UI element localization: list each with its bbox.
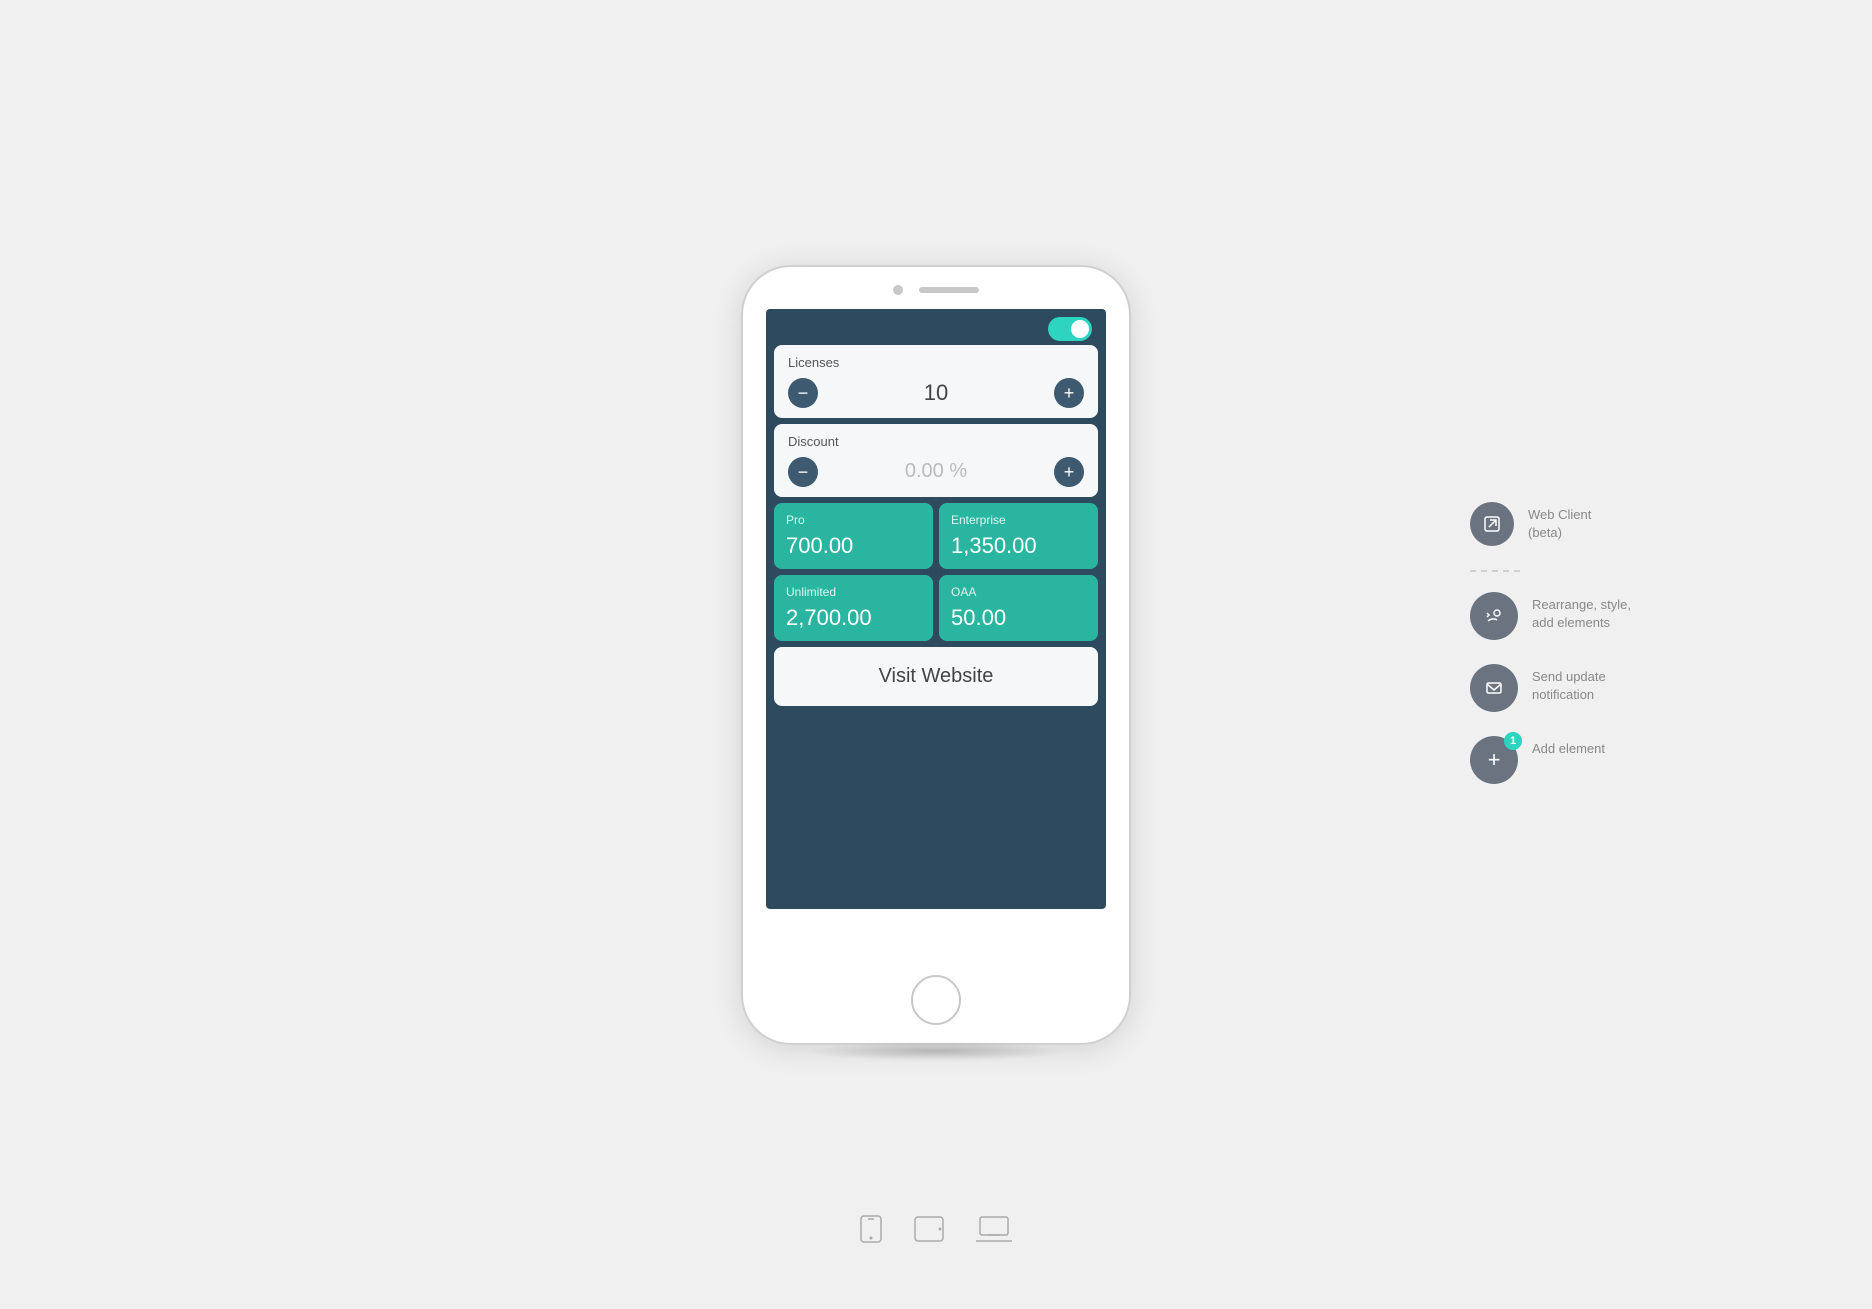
- rearrange-icon: [1470, 592, 1518, 640]
- discount-decrement-button[interactable]: −: [788, 457, 818, 487]
- pricing-value: 50.00: [951, 605, 1086, 631]
- pricing-label: OAA: [951, 585, 1086, 599]
- tablet-icon[interactable]: [914, 1216, 944, 1248]
- add-element-icon: + 1: [1470, 736, 1518, 784]
- action-rearrange[interactable]: Rearrange, style, add elements: [1470, 592, 1632, 640]
- pricing-label: Unlimited: [786, 585, 921, 599]
- add-element-label: Add element: [1532, 736, 1605, 758]
- rearrange-label: Rearrange, style, add elements: [1532, 592, 1632, 632]
- pricing-label: Pro: [786, 513, 921, 527]
- discount-increment-button[interactable]: +: [1054, 457, 1084, 487]
- scene: Licenses − 10 + Discount − 0.00 % +: [0, 0, 1872, 1309]
- action-web-client[interactable]: Web Client (beta): [1470, 502, 1632, 546]
- laptop-icon[interactable]: [976, 1216, 1012, 1248]
- web-client-icon: [1470, 502, 1514, 546]
- discount-value: 0.00 %: [905, 460, 967, 483]
- licenses-decrement-button[interactable]: −: [788, 378, 818, 408]
- phone-screen: Licenses − 10 + Discount − 0.00 % +: [766, 309, 1106, 909]
- phone-shadow: [806, 1041, 1066, 1061]
- pricing-card-enterprise[interactable]: Enterprise 1,350.00: [939, 503, 1098, 569]
- action-send-notification[interactable]: Send update notification: [1470, 664, 1632, 712]
- device-icons: [860, 1215, 1012, 1249]
- right-panel: Web Client (beta) Rearrange, style, add …: [1470, 502, 1632, 808]
- screen-content: Licenses − 10 + Discount − 0.00 % +: [766, 309, 1106, 909]
- pricing-card-oaa[interactable]: OAA 50.00: [939, 575, 1098, 641]
- pricing-value: 2,700.00: [786, 605, 921, 631]
- phone-top-bar: [743, 267, 1129, 295]
- licenses-stepper: − 10 +: [788, 378, 1084, 408]
- toggle-switch[interactable]: [1048, 317, 1092, 341]
- toggle-area: [766, 309, 1106, 345]
- pricing-label: Enterprise: [951, 513, 1086, 527]
- phone-speaker: [919, 287, 979, 293]
- pricing-value: 1,350.00: [951, 533, 1086, 559]
- discount-card: Discount − 0.00 % +: [774, 424, 1098, 497]
- visit-website-button[interactable]: Visit Website: [774, 647, 1098, 706]
- pricing-grid: Pro 700.00 Enterprise 1,350.00 Unlimited…: [774, 503, 1098, 641]
- panel-divider: [1470, 570, 1520, 572]
- web-client-label: Web Client (beta): [1528, 502, 1628, 542]
- send-notification-label: Send update notification: [1532, 664, 1632, 704]
- action-add-element[interactable]: + 1 Add element: [1470, 736, 1632, 784]
- phone-icon[interactable]: [860, 1215, 882, 1249]
- pricing-value: 700.00: [786, 533, 921, 559]
- send-notification-icon: [1470, 664, 1518, 712]
- pricing-card-pro[interactable]: Pro 700.00: [774, 503, 933, 569]
- discount-label: Discount: [788, 434, 1084, 449]
- phone-shell: Licenses − 10 + Discount − 0.00 % +: [741, 265, 1131, 1045]
- licenses-label: Licenses: [788, 355, 1084, 370]
- licenses-card: Licenses − 10 +: [774, 345, 1098, 418]
- licenses-increment-button[interactable]: +: [1054, 378, 1084, 408]
- pricing-card-unlimited[interactable]: Unlimited 2,700.00: [774, 575, 933, 641]
- licenses-value: 10: [924, 380, 948, 406]
- discount-stepper: − 0.00 % +: [788, 457, 1084, 487]
- action-badge: 1: [1504, 732, 1522, 750]
- phone-home-button[interactable]: [911, 975, 961, 1025]
- phone-camera: [893, 285, 903, 295]
